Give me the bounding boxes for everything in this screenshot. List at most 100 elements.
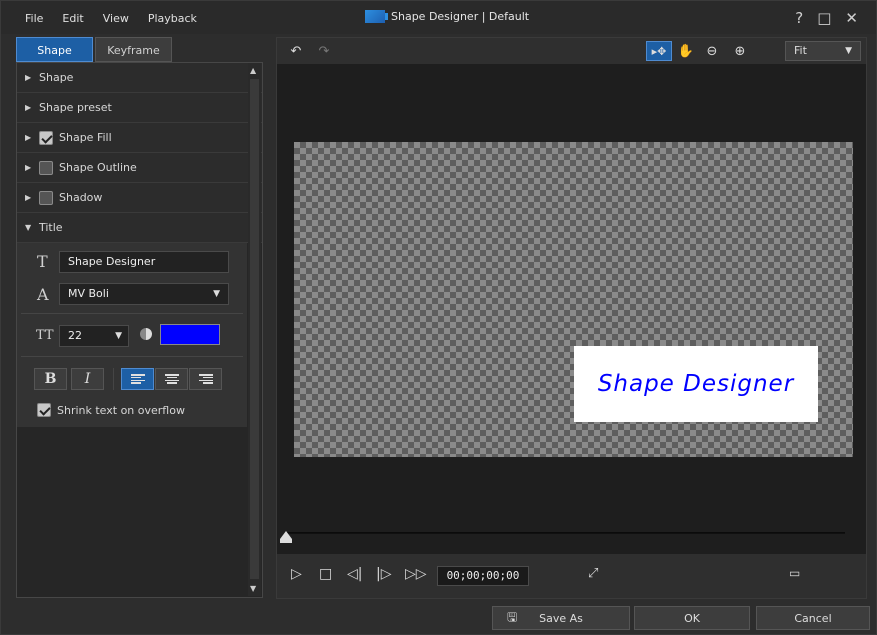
- section-shadow[interactable]: ▶ Shadow: [17, 183, 262, 213]
- stop-icon[interactable]: □: [319, 566, 332, 582]
- preview-canvas[interactable]: Shape Designer: [294, 142, 853, 457]
- timeline-handle[interactable]: [280, 531, 292, 539]
- help-icon[interactable]: ?: [795, 9, 803, 27]
- fullscreen-icon[interactable]: ⤢: [588, 566, 598, 581]
- scroll-up-icon[interactable]: ▲: [250, 66, 256, 75]
- playback-controls: ▷ □ ◁| |▷ ▷▷ 00;00;00;00 ⤢ ▭: [277, 554, 866, 598]
- font-size-icon: TT: [36, 328, 54, 343]
- app-title-text: Shape Designer | Default: [391, 10, 530, 23]
- title-bar: File Edit View Playback Shape Designer |…: [1, 1, 876, 34]
- save-icon: 🖫: [507, 609, 518, 624]
- section-shape-fill[interactable]: ▶ Shape Fill: [17, 123, 262, 153]
- timecode-field[interactable]: 00;00;00;00: [437, 566, 529, 586]
- panel-scrollbar[interactable]: ▲ ▼: [248, 63, 261, 596]
- tab-shape[interactable]: Shape: [16, 37, 93, 62]
- collapse-arrow-icon: ▼: [25, 223, 32, 232]
- section-label: Shape preset: [39, 101, 112, 114]
- app-logo-icon: [365, 10, 388, 23]
- play-icon[interactable]: ▷: [291, 566, 302, 582]
- next-frame-icon[interactable]: |▷: [376, 566, 391, 582]
- font-select[interactable]: MV Boli ▼: [59, 283, 229, 305]
- chevron-down-icon: ▼: [845, 46, 852, 56]
- safe-zone-icon[interactable]: ▭: [789, 566, 800, 580]
- section-label: Shape: [39, 71, 74, 84]
- align-left-icon: [130, 374, 145, 384]
- menu-playback[interactable]: Playback: [148, 12, 197, 25]
- maximize-icon[interactable]: □: [817, 9, 831, 27]
- bold-button[interactable]: B: [34, 368, 67, 390]
- text-color-swatch[interactable]: [160, 324, 220, 345]
- align-center-button[interactable]: [155, 368, 188, 390]
- menu-edit[interactable]: Edit: [62, 12, 83, 25]
- ok-button[interactable]: OK: [634, 606, 750, 630]
- zoom-select[interactable]: Fit ▼: [785, 41, 861, 61]
- shrink-text-label: Shrink text on overflow: [57, 403, 185, 417]
- zoom-out-icon[interactable]: ⊖: [701, 41, 723, 61]
- align-right-button[interactable]: [189, 368, 222, 390]
- shape-designer-window: File Edit View Playback Shape Designer |…: [0, 0, 877, 635]
- shadow-checkbox[interactable]: [39, 190, 53, 205]
- tab-keyframe[interactable]: Keyframe: [95, 37, 172, 62]
- align-center-icon: [164, 374, 179, 384]
- expand-arrow-icon: ▶: [25, 193, 32, 202]
- divider: [21, 356, 243, 357]
- section-label: Title: [39, 221, 63, 234]
- shrink-text-checkbox[interactable]: [37, 403, 51, 417]
- expand-arrow-icon: ▶: [25, 163, 32, 172]
- menu-view[interactable]: View: [103, 12, 129, 25]
- select-tool-icon[interactable]: ▸✥: [646, 41, 672, 61]
- previous-frame-icon[interactable]: ◁|: [347, 566, 362, 582]
- italic-button[interactable]: I: [71, 368, 104, 390]
- title-text-input[interactable]: Shape Designer: [59, 251, 229, 273]
- font-size-select[interactable]: 22 ▼: [59, 325, 129, 347]
- align-right-icon: [198, 374, 213, 384]
- section-title[interactable]: ▼ Title: [17, 213, 262, 243]
- chevron-down-icon: ▼: [115, 331, 122, 341]
- font-select-value: MV Boli: [68, 287, 109, 300]
- title-object-text: Shape Designer: [597, 371, 795, 397]
- zoom-select-value: Fit: [794, 44, 807, 57]
- hand-tool-icon[interactable]: ✋: [675, 41, 697, 61]
- undo-icon[interactable]: ↶: [285, 41, 307, 61]
- shrink-text-option[interactable]: Shrink text on overflow: [37, 403, 185, 417]
- panel-tabs: Shape Keyframe: [16, 37, 172, 62]
- zoom-in-icon[interactable]: ⊕: [729, 41, 751, 61]
- save-as-label: Save As: [539, 611, 583, 625]
- scroll-down-icon[interactable]: ▼: [250, 584, 256, 593]
- timeline-handle-base[interactable]: [280, 539, 292, 543]
- properties-panel: ▶ Shape ▶ Shape preset ▶ Shape Fill ▶ Sh…: [16, 62, 263, 598]
- shape-outline-checkbox[interactable]: [39, 160, 53, 175]
- expand-arrow-icon: ▶: [25, 103, 32, 112]
- menu-bar: File Edit View Playback: [25, 12, 197, 25]
- title-settings: T Shape Designer A MV Boli ▼ TT 22 ▼ B I: [17, 243, 247, 427]
- save-as-button[interactable]: 🖫 Save As: [492, 606, 630, 630]
- expand-arrow-icon: ▶: [25, 133, 32, 142]
- font-size-value: 22: [68, 329, 82, 342]
- section-shape[interactable]: ▶ Shape: [17, 63, 262, 93]
- preview-area: ↶ ↷ ▸✥ ✋ ⊖ ⊕ Fit ▼ Shape Designer ▷ □ ◁|…: [276, 37, 867, 599]
- section-shape-preset[interactable]: ▶ Shape preset: [17, 93, 262, 123]
- text-icon: T: [37, 252, 48, 271]
- divider: [21, 313, 243, 314]
- scroll-thumb[interactable]: [250, 79, 259, 579]
- preview-toolbar: ↶ ↷ ▸✥ ✋ ⊖ ⊕ Fit ▼: [277, 38, 866, 64]
- chevron-down-icon: ▼: [213, 289, 220, 299]
- window-controls: ? □ ✕: [795, 9, 858, 27]
- redo-icon[interactable]: ↷: [313, 41, 335, 61]
- expand-arrow-icon: ▶: [25, 73, 32, 82]
- section-label: Shape Outline: [59, 161, 137, 174]
- divider: [113, 368, 114, 390]
- section-shape-outline[interactable]: ▶ Shape Outline: [17, 153, 262, 183]
- font-icon: A: [37, 285, 49, 304]
- align-left-button[interactable]: [121, 368, 154, 390]
- section-label: Shape Fill: [59, 131, 112, 144]
- close-icon[interactable]: ✕: [845, 9, 858, 27]
- color-picker-icon[interactable]: [140, 328, 152, 340]
- title-object[interactable]: Shape Designer: [574, 346, 818, 422]
- timeline-slider[interactable]: [287, 532, 845, 534]
- app-title: Shape Designer | Default: [365, 10, 529, 23]
- shape-fill-checkbox[interactable]: [39, 130, 53, 145]
- fast-forward-icon[interactable]: ▷▷: [405, 566, 427, 582]
- menu-file[interactable]: File: [25, 12, 43, 25]
- cancel-button[interactable]: Cancel: [756, 606, 870, 630]
